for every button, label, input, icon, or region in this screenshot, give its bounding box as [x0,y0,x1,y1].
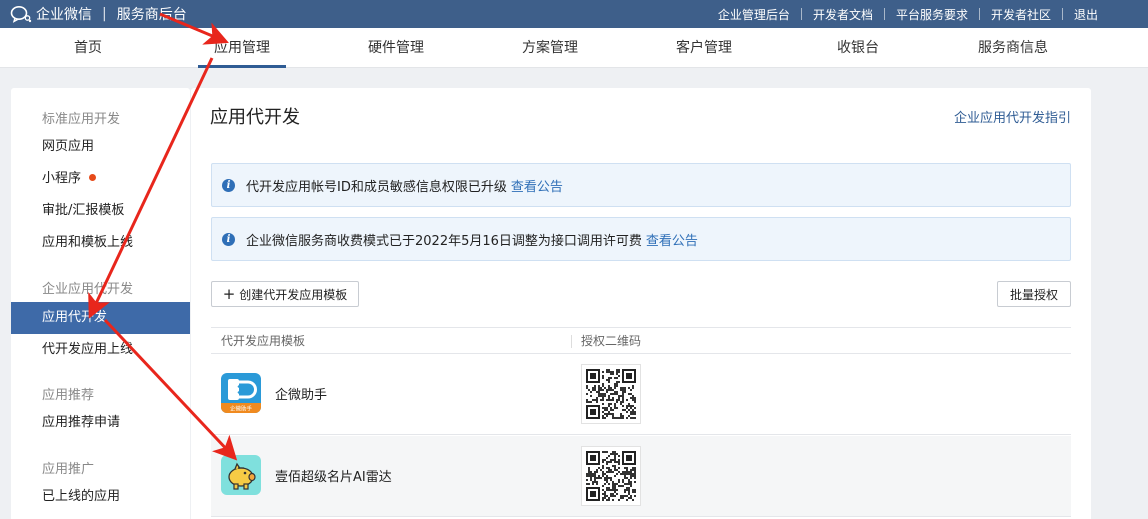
sidebar-group-standard-dev: 标准应用开发 [42,112,121,127]
plus-icon: + [222,284,236,303]
notice-banner: i 代开发应用帐号ID和成员敏感信息权限已升级 查看公告 [211,163,1071,207]
main-panel: 应用代开发 企业应用代开发指引 i 代开发应用帐号ID和成员敏感信息权限已升级 … [191,88,1091,519]
app-name: 企微助手 [275,388,328,403]
nav-app-management[interactable]: 应用管理 [198,28,286,68]
sidebar: 标准应用开发 网页应用 小程序 审批/汇报模板 应用和模板上线 企业应用代开发 … [11,88,190,519]
brand-subtitle: 服务商后台 [116,7,187,23]
divider [800,8,802,20]
notification-dot [89,174,97,181]
notice-banner: i 企业微信服务商收费模式已于2022年5月16日调整为接口调用许可费 查看公告 [211,217,1071,261]
column-header-template: 代开发应用模板 [221,334,306,348]
sidebar-item-label: 小程序 [42,171,82,186]
guide-link[interactable]: 企业应用代开发指引 [954,107,1071,126]
notice-text: 代开发应用帐号ID和成员敏感信息权限已升级 [246,179,507,195]
app-name: 壹佰超级名片AI雷达 [275,470,392,485]
column-divider [571,335,572,348]
sidebar-item-label: 应用和模板上线 [42,235,134,250]
info-icon: i [222,178,235,192]
sidebar-item-label: 网页应用 [42,139,95,154]
sidebar-item-agent-app-launch[interactable]: 代开发应用上线 [11,334,190,366]
icon-caption: 企微助手 [230,405,253,413]
top-links: 企业管理后台 开发者文档 平台服务要求 开发者社区 退出 [718,0,1098,28]
nav-provider-info[interactable]: 服务商信息 [968,28,1058,68]
link-logout[interactable]: 退出 [1074,6,1098,23]
brand[interactable]: 企业微信 | 服务商后台 [10,0,187,28]
table-row[interactable]: 企微助手 企微助手 [211,354,1071,435]
sidebar-item-app-launch[interactable]: 应用和模板上线 [11,227,190,259]
divider [1061,8,1063,20]
info-icon: i [222,232,235,246]
brand-name: 企业微信 [36,7,92,23]
nav-hardware-management[interactable]: 硬件管理 [356,28,436,68]
sidebar-group-agent-dev: 企业应用代开发 [42,282,134,297]
sidebar-item-label: 代开发应用上线 [42,342,134,357]
batch-authorize-button[interactable]: 批量授权 [997,281,1071,307]
qr-code [581,446,641,506]
wecom-logo-icon [10,6,32,23]
table-header: 代开发应用模板 授权二维码 [211,327,1071,354]
sidebar-item-label: 应用代开发 [42,310,108,325]
link-platform-requirements[interactable]: 平台服务要求 [896,6,968,23]
link-developer-docs[interactable]: 开发者文档 [813,6,873,23]
create-template-button[interactable]: + 创建代开发应用模板 [211,281,359,307]
table-row[interactable]: 壹佰超级名片AI雷达 [211,436,1071,517]
create-template-label: 创建代开发应用模板 [239,287,348,302]
notice-text: 企业微信服务商收费模式已于2022年5月16日调整为接口调用许可费 [246,233,642,249]
sidebar-item-label: 审批/汇报模板 [42,203,125,218]
sidebar-item-web-app[interactable]: 网页应用 [11,131,190,163]
sidebar-item-recommend-apply[interactable]: 应用推荐申请 [11,407,190,439]
sidebar-item-mini-program[interactable]: 小程序 [11,163,190,195]
main-nav: 首页 应用管理 硬件管理 方案管理 客户管理 收银台 服务商信息 [0,28,1148,68]
sidebar-item-label: 应用推荐申请 [42,415,121,430]
nav-cashier[interactable]: 收银台 [818,28,898,68]
notice-link[interactable]: 查看公告 [511,176,563,195]
nav-customer-management[interactable]: 客户管理 [664,28,744,68]
qiwei-assistant-icon: 企微助手 [221,373,261,413]
sidebar-group-promotion: 应用推广 [42,462,95,477]
nav-solution-management[interactable]: 方案管理 [510,28,590,68]
sidebar-item-label: 已上线的应用 [42,489,121,504]
divider [883,8,885,20]
link-developer-community[interactable]: 开发者社区 [991,6,1051,23]
brand-separator: | [102,6,107,22]
divider [978,8,980,20]
sidebar-item-launched-apps[interactable]: 已上线的应用 [11,481,190,513]
page-title: 应用代开发 [210,107,300,128]
notice-link[interactable]: 查看公告 [646,230,698,249]
sidebar-item-approval-templates[interactable]: 审批/汇报模板 [11,195,190,227]
batch-authorize-label: 批量授权 [1009,287,1058,302]
link-enterprise-admin[interactable]: 企业管理后台 [718,6,790,23]
top-bar: 企业微信 | 服务商后台 企业管理后台 开发者文档 平台服务要求 开发者社区 退… [0,0,1148,28]
piggy-bank-icon [221,455,261,495]
sidebar-group-recommend: 应用推荐 [42,388,95,403]
sidebar-item-agent-dev[interactable]: 应用代开发 [11,302,190,334]
nav-active-indicator [198,65,286,68]
qr-code [581,364,641,424]
column-header-qrcode: 授权二维码 [581,334,642,348]
nav-home[interactable]: 首页 [48,28,128,68]
